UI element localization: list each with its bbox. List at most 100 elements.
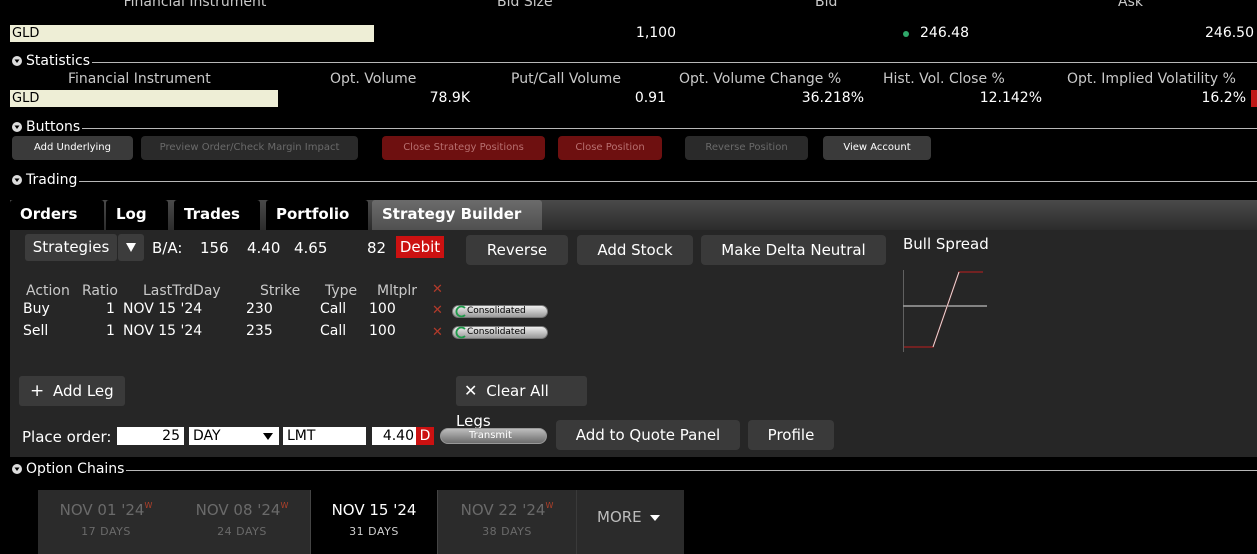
stat-header-hist-vol: Hist. Vol. Close % <box>883 71 1005 87</box>
stat-header-implied-vol: Opt. Implied Volatility % <box>1067 71 1236 87</box>
routing-label: Consolidated <box>467 327 526 337</box>
clear-all-legs-button[interactable]: ✕ Clear All Legs <box>456 376 587 430</box>
option-chains-title: Option Chains <box>26 461 125 477</box>
weekly-marker: W <box>280 501 289 510</box>
stat-instrument-cell[interactable]: GLD <box>10 90 278 107</box>
expiry-tab[interactable]: NOV 08 '24W 24 DAYS <box>174 490 310 554</box>
trading-section-header[interactable]: Trading <box>8 171 1257 189</box>
leg-header-multiplier: Mltplr <box>377 283 417 299</box>
order-type-select[interactable]: LMT <box>283 427 366 445</box>
strategies-dropdown-arrow[interactable] <box>118 234 144 261</box>
statistics-section-header[interactable]: Statistics <box>8 52 1257 70</box>
expiry-days: 17 DAYS <box>81 525 131 538</box>
volume-change-value: 36.218% <box>801 90 864 106</box>
preview-order-button[interactable]: Preview Order/Check Margin Impact <box>141 136 358 160</box>
statistics-title: Statistics <box>26 53 90 69</box>
weekly-marker: W <box>144 501 153 510</box>
bid-value: 246.48 <box>920 25 969 41</box>
collapse-arrow-icon <box>12 175 22 185</box>
trading-tab-bar: Orders Log Trades Portfolio Strategy Bui… <box>10 200 1257 230</box>
expiry-tab[interactable]: NOV 01 '24W 17 DAYS <box>38 490 174 554</box>
more-expiries-button[interactable]: MORE <box>576 490 684 554</box>
chevron-down-icon <box>126 243 136 252</box>
leg-date: NOV 15 '24 <box>123 323 203 339</box>
add-to-quote-panel-button[interactable]: Add to Quote Panel <box>556 420 740 450</box>
opt-volume-value: 78.9K <box>429 90 470 106</box>
payoff-graph <box>903 270 987 352</box>
expiry-date: NOV 01 '24 <box>59 501 145 519</box>
make-delta-neutral-button[interactable]: Make Delta Neutral <box>701 235 886 265</box>
tif-value: DAY <box>193 428 221 444</box>
close-strategy-button[interactable]: Close Strategy Positions <box>382 136 545 160</box>
leg-ratio[interactable]: 1 <box>106 323 115 339</box>
leg-strike: 230 <box>246 301 273 317</box>
instrument-cell[interactable]: GLD <box>10 25 374 42</box>
stat-header-put-call: Put/Call Volume <box>511 71 621 87</box>
close-icon: ✕ <box>464 381 478 400</box>
leg-multiplier: 100 <box>369 323 396 339</box>
implied-vol-value: 16.2% <box>1201 90 1246 106</box>
plus-icon: + <box>30 381 45 401</box>
header-financial-instrument: Financial Instrument <box>123 0 267 10</box>
add-leg-label: Add Leg <box>53 382 114 400</box>
tab-portfolio[interactable]: Portfolio <box>266 200 368 230</box>
header-bid: Bid <box>815 0 838 10</box>
view-account-button[interactable]: View Account <box>823 136 931 160</box>
remove-leg-icon[interactable]: ✕ <box>432 303 443 318</box>
refresh-icon <box>455 305 466 318</box>
quantity-input[interactable]: 25 <box>117 427 184 445</box>
leg-header-strike: Strike <box>260 283 301 299</box>
expiry-date: NOV 15 '24 <box>331 501 417 519</box>
leg-header-type: Type <box>325 283 358 299</box>
expiry-days: 31 DAYS <box>349 525 399 538</box>
header-ask: Ask <box>1118 0 1143 10</box>
add-underlying-button[interactable]: Add Underlying <box>12 136 133 160</box>
tab-log[interactable]: Log <box>106 200 168 230</box>
collapse-arrow-icon <box>12 122 22 132</box>
expiry-tab-selected[interactable]: NOV 15 '24 31 DAYS <box>310 490 438 554</box>
tab-trades[interactable]: Trades <box>174 200 260 230</box>
debit-badge: Debit <box>396 236 444 258</box>
remove-leg-icon[interactable]: ✕ <box>432 325 443 340</box>
ba-label: B/A: <box>152 239 183 257</box>
leg-date: NOV 15 '24 <box>123 301 203 317</box>
collapse-arrow-icon <box>12 464 22 474</box>
place-order-label: Place order: <box>22 428 112 446</box>
expiry-days: 38 DAYS <box>482 525 532 538</box>
remove-all-icon[interactable]: ✕ <box>432 282 443 297</box>
routing-pill[interactable]: Consolidated <box>452 305 548 318</box>
ba-bid-size: 156 <box>200 239 229 257</box>
stat-header-opt-volume: Opt. Volume <box>330 71 417 87</box>
tif-select[interactable]: DAY <box>189 427 279 445</box>
expiry-tab[interactable]: NOV 22 '24W 38 DAYS <box>438 490 576 554</box>
close-position-button[interactable]: Close Position <box>558 136 662 160</box>
stat-header-instrument: Financial Instrument <box>68 71 211 87</box>
limit-price-input[interactable]: 4.40 <box>372 427 416 445</box>
transmit-button[interactable]: Transmit <box>440 428 547 444</box>
reverse-button[interactable]: Reverse <box>466 235 568 265</box>
implied-vol-indicator <box>1251 90 1257 107</box>
tab-orders[interactable]: Orders <box>10 200 104 230</box>
header-bid-size: Bid Size <box>497 0 553 10</box>
chevron-down-icon <box>650 515 661 521</box>
stat-header-volume-change: Opt. Volume Change % <box>679 71 842 87</box>
tab-strategy-builder[interactable]: Strategy Builder <box>372 200 542 230</box>
leg-header-action: Action <box>26 283 70 299</box>
leg-ratio[interactable]: 1 <box>106 301 115 317</box>
routing-pill[interactable]: Consolidated <box>452 326 548 339</box>
side-badge: D <box>416 427 434 445</box>
ask-value: 246.50 <box>1205 25 1254 41</box>
option-chains-section-header[interactable]: Option Chains <box>8 460 1257 478</box>
reverse-position-button[interactable]: Reverse Position <box>685 136 808 160</box>
add-stock-button[interactable]: Add Stock <box>577 235 693 265</box>
strategies-dropdown[interactable]: Strategies <box>25 234 117 261</box>
buttons-section-header[interactable]: Buttons <box>8 118 1257 136</box>
leg-type: Call <box>320 301 347 317</box>
leg-action: Sell <box>23 323 49 339</box>
expiry-days: 24 DAYS <box>217 525 267 538</box>
add-leg-button[interactable]: + Add Leg <box>19 376 125 406</box>
routing-label: Consolidated <box>467 306 526 316</box>
profile-button[interactable]: Profile <box>748 420 834 450</box>
ba-ask-size: 82 <box>367 239 387 257</box>
chevron-down-icon <box>263 433 273 440</box>
